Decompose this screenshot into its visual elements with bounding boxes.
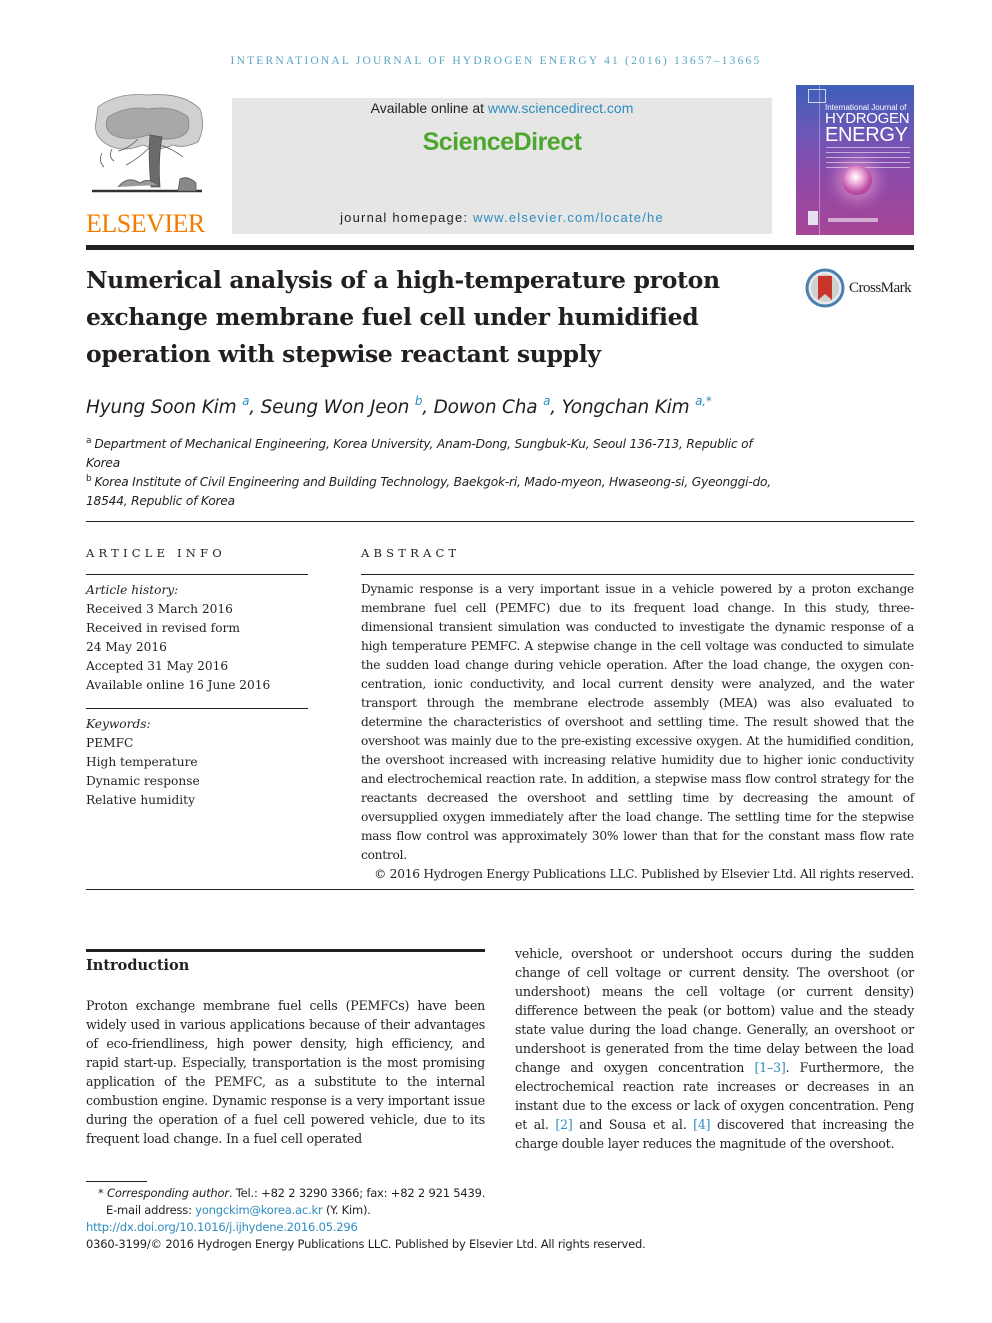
- affiliation-a: a Department of Mechanical Engineering, K…: [86, 432, 786, 473]
- email-label: E-mail address:: [106, 1203, 196, 1217]
- article-history: Article history: Received 3 March 2016 R…: [86, 581, 270, 695]
- introduction-body-right: vehicle, overshoot or undershoot occurs …: [515, 944, 914, 1153]
- crossmark-button[interactable]: CrossMark: [805, 268, 925, 310]
- footnote-rule: [86, 1181, 147, 1182]
- email-link[interactable]: yongckim@korea.ac.kr: [195, 1203, 322, 1217]
- article-info-heading: ARTICLE INFO: [86, 546, 226, 560]
- introduction-heading: Introduction: [86, 957, 190, 974]
- sciencedirect-link[interactable]: www.sciencedirect.com: [488, 100, 634, 116]
- abstract-copyright: © 2016 Hydrogen Energy Publications LLC.…: [374, 867, 914, 881]
- cover-title-line3: ENERGY: [825, 124, 908, 146]
- history-item: Available online 16 June 2016: [86, 678, 271, 692]
- masthead: ELSEVIER Available online at www.science…: [86, 85, 914, 250]
- crossmark-icon: [805, 268, 845, 308]
- keyword-item[interactable]: High temperature: [86, 753, 200, 772]
- available-online-line: Available online at www.sciencedirect.co…: [232, 100, 772, 116]
- issn-copyright: 0360-3199/© 2016 Hydrogen Energy Publica…: [86, 1237, 646, 1251]
- author-name[interactable]: Seung Won Jeon: [261, 397, 410, 418]
- available-online-text: Available online at: [370, 100, 488, 116]
- author-affil-mark[interactable]: b: [415, 394, 423, 408]
- elsevier-wordmark: ELSEVIER: [86, 209, 205, 238]
- doi-link[interactable]: http://dx.doi.org/10.1016/j.ijhydene.201…: [86, 1220, 358, 1234]
- keywords: Keywords: PEMFC High temperature Dynamic…: [86, 715, 200, 810]
- author-affil-mark[interactable]: a: [543, 394, 550, 408]
- affiliation-b: b Korea Institute of Civil Engineering an…: [86, 470, 786, 511]
- author-list: Hyung Soon Kim a, Seung Won Jeon b, Dowo…: [86, 394, 712, 418]
- footnotes: * Corresponding author. Tel.: +82 2 3290…: [86, 1185, 786, 1253]
- sciencedirect-banner: Available online at www.sciencedirect.co…: [232, 98, 772, 234]
- journal-homepage-line: journal homepage: www.elsevier.com/locat…: [232, 210, 772, 225]
- divider: [361, 574, 914, 575]
- citation-link[interactable]: [2]: [555, 1117, 572, 1132]
- sciencedirect-logo[interactable]: ScienceDirect: [232, 128, 772, 157]
- journal-homepage-link[interactable]: www.elsevier.com/locate/he: [473, 210, 664, 225]
- affiliation-text: Korea Institute of Civil Engineering and…: [86, 475, 771, 508]
- abstract-heading: ABSTRACT: [361, 546, 461, 560]
- keywords-label: Keywords:: [86, 717, 151, 731]
- author-name[interactable]: Dowon Cha: [434, 397, 538, 418]
- history-item: Received in revised form: [86, 621, 240, 635]
- author-affil-mark[interactable]: a,*: [695, 394, 712, 408]
- cover-sciencedirect-mark: [828, 218, 878, 222]
- article-title: Numerical analysis of a high-temperature…: [86, 266, 720, 368]
- history-item: 24 May 2016: [86, 640, 167, 654]
- affiliation-mark: a: [86, 436, 92, 446]
- corresponding-author-label: Corresponding author: [107, 1186, 229, 1200]
- email-note: E-mail address: yongckim@korea.ac.kr (Y.…: [86, 1202, 786, 1219]
- divider: [86, 574, 308, 575]
- affiliation-text: Department of Mechanical Engineering, Ko…: [86, 437, 753, 470]
- divider: [86, 521, 914, 522]
- body-text: vehicle, overshoot or undershoot occurs …: [515, 946, 914, 1075]
- running-head: INTERNATIONAL JOURNAL OF HYDROGEN ENERGY…: [230, 55, 762, 67]
- history-item: Accepted 31 May 2016: [86, 659, 229, 673]
- author-name[interactable]: Yongchan Kim: [562, 397, 690, 418]
- header-rule: [86, 245, 914, 250]
- keyword-item[interactable]: Dynamic response: [86, 772, 200, 791]
- corresponding-author-note: * Corresponding author. Tel.: +82 2 3290…: [86, 1185, 786, 1202]
- crossmark-label: CrossMark: [849, 280, 912, 296]
- cover-society-logo-icon: [808, 211, 818, 225]
- citation-link[interactable]: [1–3]: [754, 1060, 785, 1075]
- affiliation-mark: b: [86, 474, 92, 484]
- abstract: Dynamic response is a very important iss…: [361, 580, 914, 884]
- keyword-item[interactable]: PEMFC: [86, 734, 200, 753]
- footnote-star: *: [98, 1186, 104, 1200]
- cover-divider: [819, 85, 820, 235]
- cover-editors-text: [826, 147, 910, 169]
- email-suffix: (Y. Kim).: [322, 1203, 371, 1217]
- cover-publisher-icon: [808, 89, 826, 103]
- author-affil-mark[interactable]: a: [242, 394, 249, 408]
- keyword-item[interactable]: Relative humidity: [86, 791, 200, 810]
- article-history-label: Article history:: [86, 583, 179, 597]
- elsevier-tree-icon: [92, 94, 203, 193]
- cover-orb-graphic: [842, 165, 872, 195]
- author-name[interactable]: Hyung Soon Kim: [86, 397, 237, 418]
- journal-homepage-label: journal homepage:: [340, 210, 473, 225]
- history-item: Received 3 March 2016: [86, 602, 233, 616]
- divider: [86, 708, 308, 709]
- abstract-text: Dynamic response is a very important iss…: [361, 582, 914, 862]
- section-rule: [86, 949, 485, 952]
- journal-cover-image[interactable]: International Journal of HYDROGEN ENERGY: [796, 85, 914, 235]
- body-text: and Sousa et al.: [572, 1117, 694, 1132]
- divider: [86, 889, 914, 890]
- elsevier-logo[interactable]: ELSEVIER: [86, 87, 211, 238]
- introduction-body-left: Proton exchange membrane fuel cells (PEM…: [86, 998, 485, 1146]
- contact-numbers: . Tel.: +82 2 3290 3366; fax: +82 2 921 …: [228, 1186, 486, 1200]
- citation-link[interactable]: [4]: [693, 1117, 710, 1132]
